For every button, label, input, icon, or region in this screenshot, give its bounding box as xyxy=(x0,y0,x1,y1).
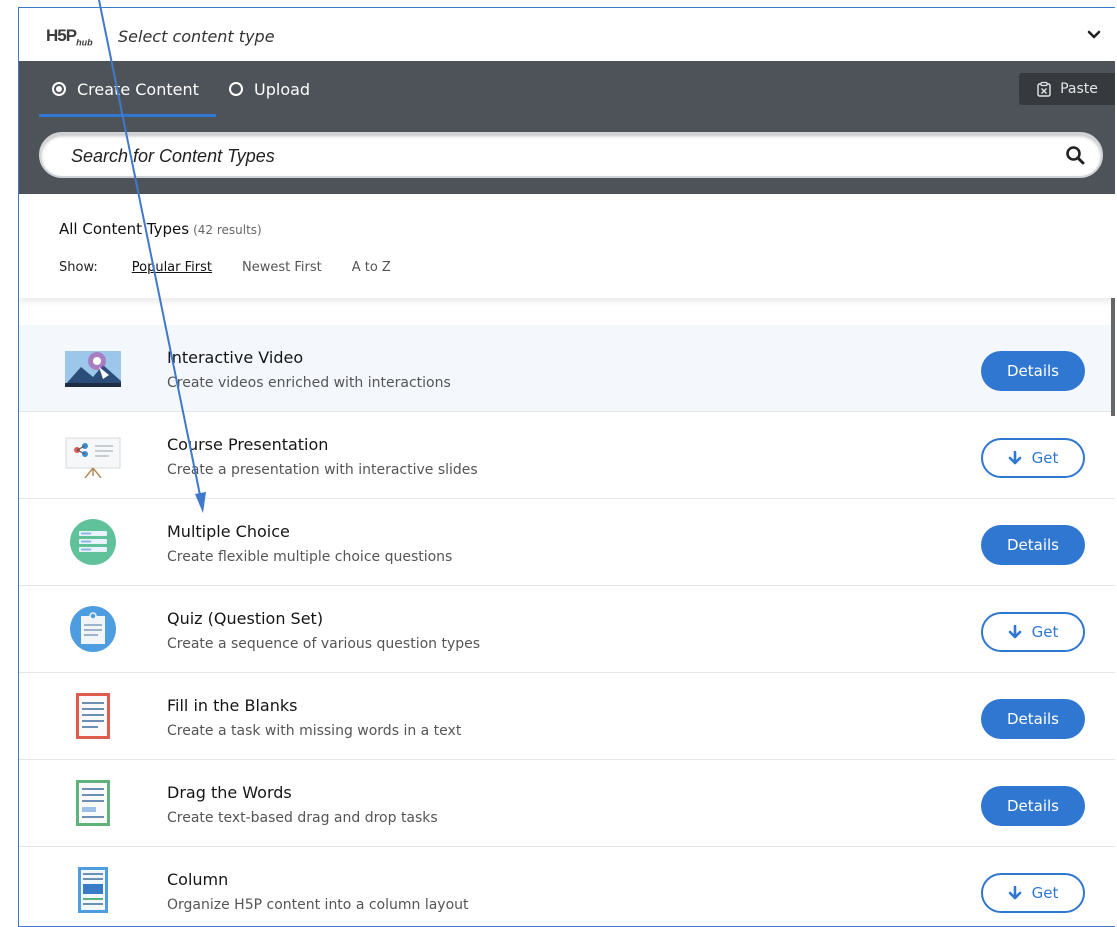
arrow-down-icon xyxy=(1008,625,1021,639)
details-button[interactable]: Details xyxy=(981,699,1085,739)
list-item[interactable]: Interactive Video Create videos enriched… xyxy=(19,325,1115,412)
item-name: Column xyxy=(167,870,229,889)
list-item[interactable]: Multiple Choice Create flexible multiple… xyxy=(19,499,1115,586)
get-button[interactable]: Get xyxy=(981,438,1085,478)
column-icon xyxy=(78,867,108,913)
paste-label: Paste xyxy=(1060,81,1098,97)
item-name: Multiple Choice xyxy=(167,522,290,541)
interactive-video-icon xyxy=(65,351,121,387)
radio-empty-icon xyxy=(229,82,243,96)
item-name: Quiz (Question Set) xyxy=(167,609,324,628)
item-name: Drag the Words xyxy=(167,783,292,802)
clipboard-icon xyxy=(1037,81,1051,97)
list-item[interactable]: Column Organize H5P content into a colum… xyxy=(19,847,1115,926)
item-description: Create a task with missing words in a te… xyxy=(167,723,462,739)
get-button[interactable]: Get xyxy=(981,612,1085,652)
show-label: Show: xyxy=(59,260,98,275)
tab-label: Create Content xyxy=(77,79,199,99)
tab-bar: Create Content Upload Paste xyxy=(19,61,1115,117)
course-presentation-icon xyxy=(65,437,121,478)
item-description: Create a presentation with interactive s… xyxy=(167,462,478,478)
list-title: All Content Types (42 results) xyxy=(59,220,262,238)
list-item[interactable]: Fill in the Blanks Create a task with mi… xyxy=(19,673,1115,760)
arrow-down-icon xyxy=(1008,451,1021,465)
item-description: Create text-based drag and drop tasks xyxy=(167,810,438,826)
paste-button[interactable]: Paste xyxy=(1019,73,1115,105)
sort-options: Show: Popular First Newest First A to Z xyxy=(59,260,421,275)
quiz-icon xyxy=(70,606,116,652)
hub-header[interactable]: H5Phub Select content type xyxy=(19,8,1115,61)
sort-popular-first[interactable]: Popular First xyxy=(132,260,212,275)
list-item[interactable]: Course Presentation Create a presentatio… xyxy=(19,412,1115,499)
item-name: Fill in the Blanks xyxy=(167,696,298,715)
list-header: All Content Types (42 results) Show: Popu… xyxy=(19,194,1115,298)
list-item[interactable]: Drag the Words Create text-based drag an… xyxy=(19,760,1115,847)
item-name: Course Presentation xyxy=(167,435,329,454)
tab-create-content[interactable]: Create Content xyxy=(52,61,199,117)
details-button[interactable]: Details xyxy=(981,351,1085,391)
search-box[interactable] xyxy=(39,132,1103,178)
hub-title: Select content type xyxy=(118,27,275,46)
item-description: Organize H5P content into a column layou… xyxy=(167,897,469,913)
details-button[interactable]: Details xyxy=(981,786,1085,826)
item-description: Create videos enriched with interactions xyxy=(167,375,451,391)
fill-blanks-icon xyxy=(76,693,110,739)
tab-label: Upload xyxy=(254,79,311,99)
search-area xyxy=(19,117,1115,194)
item-name: Interactive Video xyxy=(167,348,304,367)
content-type-list: Interactive Video Create videos enriched… xyxy=(19,298,1115,926)
search-input[interactable] xyxy=(69,134,1033,178)
tab-upload[interactable]: Upload xyxy=(229,61,310,117)
multiple-choice-icon xyxy=(70,519,116,565)
result-count: (42 results) xyxy=(193,223,262,237)
item-description: Create a sequence of various question ty… xyxy=(167,636,481,652)
h5p-hub-panel: H5Phub Select content type Create Conten… xyxy=(18,7,1115,927)
get-button[interactable]: Get xyxy=(981,873,1085,913)
scrollbar[interactable] xyxy=(1111,298,1115,416)
list-item[interactable]: Quiz (Question Set) Create a sequence of… xyxy=(19,586,1115,673)
details-button[interactable]: Details xyxy=(981,525,1085,565)
radio-selected-icon xyxy=(52,82,66,96)
search-icon[interactable] xyxy=(1065,145,1085,165)
arrow-down-icon xyxy=(1008,886,1021,900)
item-description: Create flexible multiple choice question… xyxy=(167,549,453,565)
chevron-down-icon[interactable] xyxy=(1087,28,1101,42)
sort-newest-first[interactable]: Newest First xyxy=(242,260,322,275)
drag-words-icon xyxy=(76,780,110,826)
h5p-logo: H5Phub xyxy=(46,26,93,48)
sort-a-to-z[interactable]: A to Z xyxy=(352,260,391,275)
